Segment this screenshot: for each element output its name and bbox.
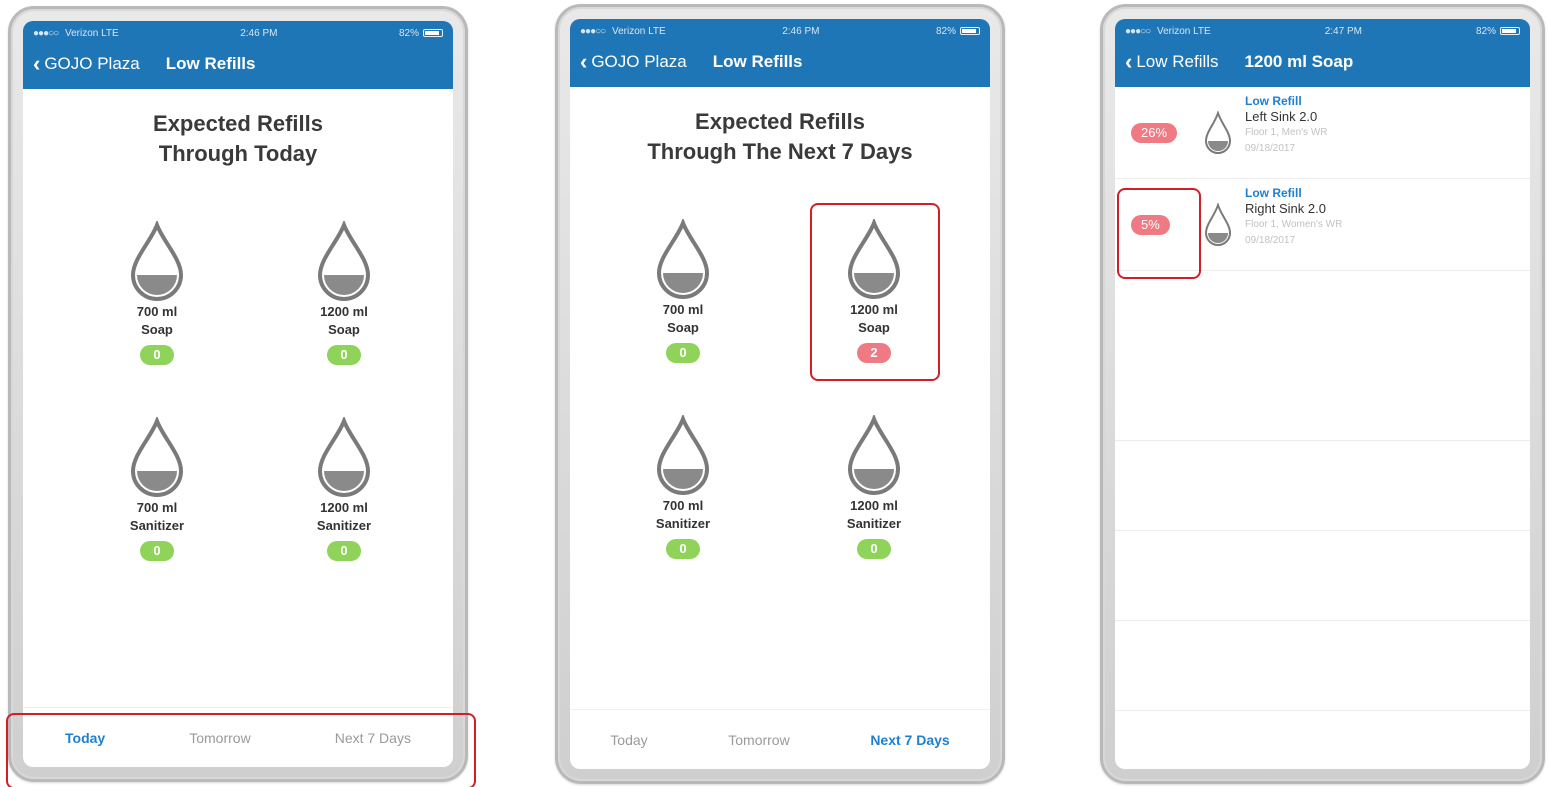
item-type: Sanitizer <box>316 518 372 533</box>
empty-row <box>1115 271 1530 441</box>
section-heading: Expected Refills Through The Next 7 Days <box>647 109 913 164</box>
count-badge: 0 <box>140 541 174 561</box>
empty-row <box>1115 531 1530 621</box>
drop-icon <box>1204 203 1232 246</box>
row-name: Left Sink 2.0 <box>1245 109 1318 124</box>
highlight-low-percent <box>1117 188 1201 279</box>
screen: ●●●○○ Verizon LTE 2:46 PM 82% ‹ GOJO Pla… <box>570 19 990 769</box>
drop-icon <box>656 415 710 495</box>
count-badge: 0 <box>857 539 891 559</box>
battery-percent: 82% <box>1475 25 1496 37</box>
row-location: Floor 1, Men's WR <box>1245 127 1328 138</box>
battery-percent: 82% <box>398 27 419 39</box>
row-kind: Low Refill <box>1245 94 1302 108</box>
refill-list: 26% Low Refill Left Sink 2.0 Floor 1, Me… <box>1115 87 1530 711</box>
screen: ●●●○○ Verizon LTE 2:46 PM 82% ‹ GOJO Pla… <box>23 21 453 767</box>
refill-item[interactable]: 1200 ml Sanitizer 0 <box>819 415 929 559</box>
back-button[interactable]: ‹ GOJO Plaza <box>580 51 687 73</box>
nav-bar: ‹ GOJO Plaza Low Refills <box>570 37 990 87</box>
item-type: Sanitizer <box>129 518 185 533</box>
phone-next-7-days: ●●●○○ Verizon LTE 2:46 PM 82% ‹ GOJO Pla… <box>555 4 1005 784</box>
nav-bar: ‹ GOJO Plaza Low Refills <box>23 39 453 89</box>
tab-next-7-days[interactable]: Next 7 Days <box>870 732 949 748</box>
row-name: Right Sink 2.0 <box>1245 201 1326 216</box>
item-type: Soap <box>141 322 173 337</box>
count-badge: 0 <box>140 345 174 365</box>
back-button[interactable]: ‹ Low Refills <box>1125 51 1219 73</box>
highlight-tab-bar <box>6 713 476 787</box>
clock: 2:46 PM <box>782 25 820 37</box>
refill-item[interactable]: 700 ml Sanitizer 0 <box>102 417 212 561</box>
battery-icon <box>959 27 980 35</box>
clock: 2:46 PM <box>240 27 278 39</box>
row-kind: Low Refill <box>1245 186 1302 200</box>
item-size: 700 ml <box>136 500 178 515</box>
back-button[interactable]: ‹ GOJO Plaza <box>33 53 140 75</box>
drop-icon <box>130 221 184 301</box>
tab-bar: Today Tomorrow Next 7 Days <box>570 709 990 769</box>
row-date: 09/18/2017 <box>1245 235 1296 246</box>
refill-item[interactable]: 1200 ml Soap 0 <box>289 221 399 365</box>
item-size: 1200 ml <box>320 304 368 319</box>
empty-row <box>1115 621 1530 711</box>
row-location: Floor 1, Women's WR <box>1245 219 1343 230</box>
refill-item[interactable]: 1200 ml Sanitizer 0 <box>289 417 399 561</box>
page-title: Low Refills <box>165 54 256 73</box>
drop-icon <box>317 417 371 497</box>
item-type: Sanitizer <box>655 516 711 531</box>
section-heading: Expected Refills Through Today <box>153 111 323 166</box>
carrier: ●●●○○ Verizon LTE <box>580 25 666 37</box>
drop-icon <box>1204 111 1232 154</box>
tab-tomorrow[interactable]: Tomorrow <box>728 732 789 748</box>
item-size: 700 ml <box>662 498 704 513</box>
battery-icon <box>1499 27 1520 35</box>
page-title: 1200 ml Soap <box>1244 52 1354 71</box>
carrier: ●●●○○ Verizon LTE <box>33 27 119 39</box>
item-size: 700 ml <box>662 302 704 317</box>
screen: ●●●○○ Verizon LTE 2:47 PM 82% ‹ Low Refi… <box>1115 19 1530 769</box>
item-type: Soap <box>328 322 360 337</box>
back-label: GOJO Plaza <box>44 54 140 73</box>
refill-item[interactable]: 700 ml Soap 0 <box>628 219 738 363</box>
item-type: Sanitizer <box>846 516 902 531</box>
clock: 2:47 PM <box>1324 25 1362 37</box>
count-badge: 0 <box>666 539 700 559</box>
page-title: Low Refills <box>712 52 803 71</box>
battery-percent: 82% <box>935 25 956 37</box>
chevron-left-icon: ‹ <box>580 49 588 74</box>
drop-icon <box>656 219 710 299</box>
item-size: 1200 ml <box>850 498 898 513</box>
item-type: Soap <box>667 320 699 335</box>
list-item[interactable]: 26% Low Refill Left Sink 2.0 Floor 1, Me… <box>1115 87 1530 179</box>
phone-today: ●●●○○ Verizon LTE 2:46 PM 82% ‹ GOJO Pla… <box>8 6 468 782</box>
phone-detail: ●●●○○ Verizon LTE 2:47 PM 82% ‹ Low Refi… <box>1100 4 1545 784</box>
count-badge: 0 <box>327 345 361 365</box>
carrier: ●●●○○ Verizon LTE <box>1125 25 1211 37</box>
drop-icon <box>317 221 371 301</box>
drop-icon <box>130 417 184 497</box>
count-badge: 0 <box>327 541 361 561</box>
row-date: 09/18/2017 <box>1245 143 1296 154</box>
chevron-left-icon: ‹ <box>1125 49 1133 74</box>
refill-item[interactable]: 700 ml Sanitizer 0 <box>628 415 738 559</box>
drop-icon <box>847 415 901 495</box>
percent-badge: 26% <box>1131 123 1178 143</box>
refill-item[interactable]: 700 ml Soap 0 <box>102 221 212 365</box>
nav-bar: ‹ Low Refills 1200 ml Soap <box>1115 37 1530 87</box>
tab-today[interactable]: Today <box>610 732 647 748</box>
chevron-left-icon: ‹ <box>33 51 41 76</box>
item-size: 1200 ml <box>320 500 368 515</box>
battery-icon <box>422 29 443 37</box>
empty-row <box>1115 441 1530 531</box>
back-label: GOJO Plaza <box>591 52 687 71</box>
back-label: Low Refills <box>1136 52 1219 71</box>
item-size: 700 ml <box>136 304 178 319</box>
count-badge: 0 <box>666 343 700 363</box>
highlight-1200ml-soap <box>810 203 940 381</box>
